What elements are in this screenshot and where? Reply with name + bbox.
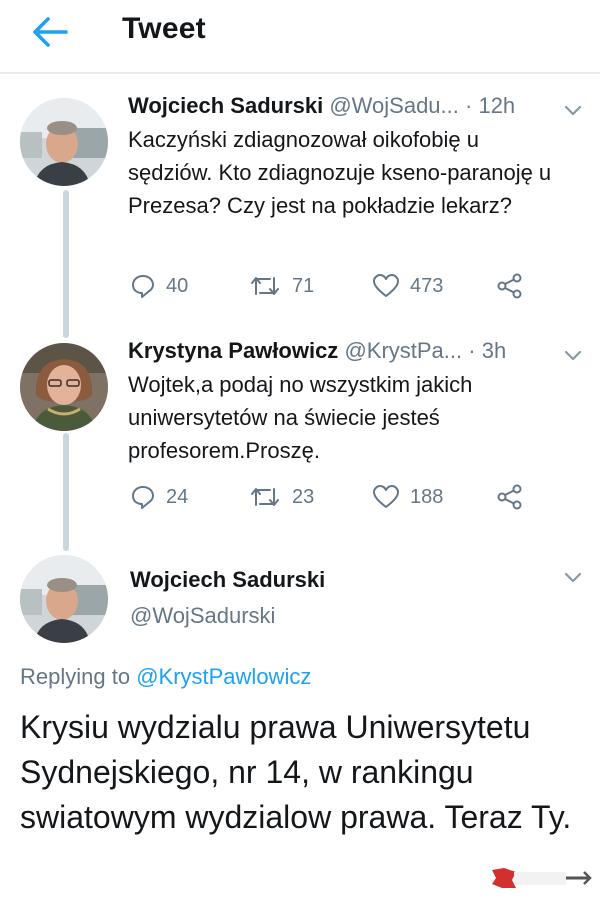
tweet-time: · 3h xyxy=(468,338,507,363)
chevron-down-icon[interactable] xyxy=(560,567,586,587)
share-icon xyxy=(497,273,522,299)
reply-button[interactable]: 40 xyxy=(130,271,188,301)
author-handle[interactable]: @WojSadu... xyxy=(329,93,459,118)
chevron-down-icon[interactable] xyxy=(560,345,586,365)
replying-to: Replying to @KrystPawlowicz xyxy=(20,664,311,690)
author-name[interactable]: Wojciech Sadurski xyxy=(128,93,323,118)
tweet-header: Wojciech Sadurski @WojSadu... · 12h xyxy=(128,93,515,119)
share-icon xyxy=(497,484,522,510)
thread-connector xyxy=(63,433,69,551)
header-divider xyxy=(0,72,600,74)
like-button[interactable]: 188 xyxy=(372,482,443,512)
share-button[interactable] xyxy=(496,271,524,301)
heart-icon xyxy=(373,274,399,297)
tweet-actions: 40 71 473 xyxy=(128,271,568,301)
author-name[interactable]: Krystyna Pawłowicz xyxy=(128,338,338,363)
like-button[interactable]: 473 xyxy=(372,271,443,301)
retweet-button[interactable]: 23 xyxy=(248,482,314,512)
reply-icon xyxy=(132,275,154,298)
tweet-time: · 12h xyxy=(465,93,516,118)
tweet-text: Wojtek,a podaj no wszystkim jakich uniwe… xyxy=(128,372,473,463)
tweet-text: Krysiu wydzialu prawa Uniwersytetu Sydne… xyxy=(20,709,572,835)
reply-button[interactable]: 24 xyxy=(130,482,188,512)
like-count: 473 xyxy=(410,274,444,297)
page-title: Tweet xyxy=(122,12,206,45)
author-handle[interactable]: @WojSadurski xyxy=(130,603,275,629)
tweet-actions: 24 23 188 xyxy=(128,482,568,512)
retweet-count: 23 xyxy=(292,485,315,508)
retweet-button[interactable]: 71 xyxy=(248,271,314,301)
heart-icon xyxy=(373,485,399,508)
author-name[interactable]: Wojciech Sadurski xyxy=(130,567,325,593)
top-bar: Tweet xyxy=(0,0,600,68)
reply-count: 40 xyxy=(166,274,189,297)
avatar[interactable] xyxy=(20,555,108,643)
tweet-header: Krystyna Pawłowicz @KrystPa... · 3h xyxy=(128,338,506,364)
retweet-count: 71 xyxy=(292,274,315,297)
retweet-icon xyxy=(251,488,279,506)
chevron-down-icon[interactable] xyxy=(560,100,586,120)
like-count: 188 xyxy=(410,485,444,508)
watermark-logo xyxy=(490,866,592,890)
avatar[interactable] xyxy=(20,343,108,431)
thread-connector xyxy=(63,190,69,338)
share-button[interactable] xyxy=(496,482,524,512)
back-arrow-icon[interactable] xyxy=(30,14,70,50)
tweet-text: Kaczyński zdiagnozował oikofobię u sędzi… xyxy=(128,127,552,218)
mention-link[interactable]: @KrystPawlowicz xyxy=(136,664,311,689)
author-handle[interactable]: @KrystPa... xyxy=(344,338,462,363)
reply-icon xyxy=(132,486,154,509)
replying-prefix: Replying to xyxy=(20,664,137,689)
retweet-icon xyxy=(251,277,279,295)
avatar[interactable] xyxy=(20,98,108,186)
reply-count: 24 xyxy=(166,485,189,508)
